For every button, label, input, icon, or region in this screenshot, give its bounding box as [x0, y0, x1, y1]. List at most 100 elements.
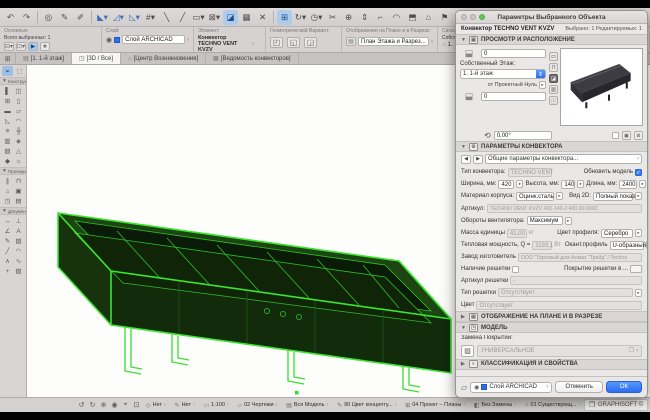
tab-floor-plan[interactable]: ▤ [1. 1-й этаж] — [16, 53, 72, 64]
morph-tool-icon[interactable]: ◈ — [13, 136, 24, 146]
worksheet-tool-icon[interactable]: ▤ — [13, 196, 24, 206]
trim-icon[interactable]: ⌐ — [373, 10, 388, 25]
undo-icon[interactable]: ↶ — [3, 10, 18, 25]
schedule-icon[interactable]: ▦ — [239, 10, 254, 25]
preview-plan-icon[interactable]: ▭ — [549, 52, 558, 61]
figure-tool-icon[interactable]: ▧ — [13, 266, 24, 276]
coating-picker-icon[interactable]: ❐ — [629, 347, 634, 354]
hotspot-tool-icon[interactable]: + — [2, 266, 13, 276]
door-tool-icon[interactable]: ◫ — [13, 86, 24, 96]
quick-graphic-override[interactable]: ◧ Без Замены › — [471, 402, 519, 409]
dimension-tool-icon[interactable]: ↔ — [2, 216, 13, 226]
display-chevron-icon[interactable]: › — [431, 39, 433, 45]
layer-visibility-eye-icon[interactable]: ◉ — [106, 36, 112, 44]
roof-level-icon[interactable]: ⌂ — [421, 10, 436, 25]
quick-model-view-options[interactable]: ⊞ 04 Проект – Планы › — [402, 402, 468, 409]
ok-button[interactable]: ОК — [606, 381, 642, 393]
lock-combo-icon[interactable]: ⊠▾ — [207, 10, 222, 25]
grille-coating-swatch-button[interactable] — [630, 265, 642, 273]
update-model-checkbox[interactable]: ✓ — [635, 169, 642, 176]
default-settings-combo-icon[interactable]: ⊟▾ — [4, 42, 14, 51]
coating-brush-button[interactable]: ▨ — [461, 345, 474, 357]
mesh-tool-icon[interactable]: △ — [13, 146, 24, 156]
fan-popup-button[interactable]: ▸ — [565, 217, 572, 225]
view2d-field[interactable]: Полный показ — [593, 192, 633, 201]
profile-color-popup-button[interactable]: ▸ — [635, 229, 642, 237]
toolbox-projections-caption[interactable]: ▼ Проекции — [0, 167, 26, 175]
object-tool-icon[interactable]: ◆ — [2, 156, 13, 166]
element-chevron-icon[interactable]: › — [252, 41, 254, 47]
close-window-button[interactable] — [461, 14, 467, 20]
length-field[interactable]: 2400 — [619, 180, 637, 189]
material-field[interactable]: Оцинк.сталь — [516, 192, 554, 201]
box-3d-icon[interactable]: ⬒ — [405, 10, 420, 25]
element-name[interactable]: Конвектор TECHNO VENT KVZV — [198, 35, 250, 52]
datum-popup-button[interactable]: ▸ — [539, 81, 546, 89]
params-forward-button[interactable]: ▶ — [473, 155, 483, 164]
zoom-tool-icon[interactable]: ⊕ — [98, 401, 109, 409]
rotate-view-icon[interactable]: ↺ — [76, 401, 87, 409]
3d-document-tool-icon[interactable]: ◳ — [2, 196, 13, 206]
quick-structure-display[interactable]: ▤ Вся Модель › — [283, 402, 331, 409]
layer-chevron-icon[interactable]: › — [187, 37, 189, 43]
tab-schedule[interactable]: ▦ [Ведомость конвекторов] — [206, 53, 298, 64]
width-popup-button[interactable]: ▸ — [516, 180, 523, 188]
level-dimension-tool-icon[interactable]: ⊥ — [13, 216, 24, 226]
section-model[interactable]: ▼ ◳ МОДЕЛЬ — [456, 322, 647, 333]
edge-profile-popup-button[interactable]: ▸ — [646, 241, 647, 249]
elevation-tool-icon[interactable]: ⊓ — [13, 176, 24, 186]
grid-display-icon[interactable]: ⊞ — [277, 10, 292, 25]
layer-selector[interactable]: Слой ARCHICAD — [122, 35, 185, 44]
edge-profile-field[interactable]: U-образный — [610, 241, 644, 250]
section-preview-position[interactable]: ▼ ▣ ПРОСМОТР И РАСПОЛОЖЕНИЕ — [456, 34, 647, 45]
guide-lines-icon[interactable]: ╲ — [159, 10, 174, 25]
orbit-icon[interactable]: ↻ — [87, 401, 98, 409]
grille-checkbox[interactable] — [512, 266, 519, 273]
quick-scale[interactable]: ▭ 1:100 › — [201, 402, 232, 409]
measure-icon[interactable]: ✐ — [73, 10, 88, 25]
preview-option-a-button[interactable]: ▣ — [622, 131, 631, 140]
tab-overview-button[interactable]: ⊞ — [0, 53, 16, 64]
tab-3d-view[interactable]: ◳ [3D / Все] — [72, 53, 121, 64]
length-popup-button[interactable]: ▸ — [639, 180, 646, 188]
curtain-wall-tool-icon[interactable]: ▥ — [2, 136, 13, 146]
width-field[interactable]: 420 — [498, 180, 514, 189]
section-convector-params[interactable]: ▼ ⚙ ПАРАМЕТРЫ КОНВЕКТОРА — [456, 141, 647, 152]
window-tool-icon[interactable]: ⊞ — [2, 96, 13, 106]
params-page-combo[interactable]: Общие параметры конвектора... › — [485, 154, 642, 164]
beam-tool-icon[interactable]: ▬ — [2, 106, 13, 116]
selection-shape-combo-icon[interactable]: ▭▾ — [191, 10, 206, 25]
quick-marker-option-1[interactable]: ◇ Нет › — [143, 402, 169, 409]
geometry-variant-3-icon[interactable]: ◲ — [304, 37, 317, 48]
toolbox-documentation-caption[interactable]: ▼ Документирование — [0, 207, 26, 215]
flag-black-icon[interactable]: ⚑ — [437, 10, 452, 25]
favorites-icon[interactable]: ★ — [40, 42, 50, 51]
coating-chevron-icon[interactable]: › — [636, 348, 638, 354]
story-stepper-icon[interactable]: ⇕ — [536, 70, 545, 78]
history-combo-icon[interactable]: ◷▾ — [309, 10, 324, 25]
look-to-icon[interactable]: ◉ — [109, 401, 120, 409]
fillet-icon[interactable]: ◠ — [389, 10, 404, 25]
text-tool-icon[interactable]: A — [13, 226, 24, 236]
adjust-icon[interactable]: ⇕ — [357, 10, 372, 25]
spline-tool-icon[interactable]: ∿ — [13, 256, 24, 266]
height-field[interactable]: 140 — [561, 180, 575, 189]
slab-tool-icon[interactable]: ▱ — [13, 106, 24, 116]
zone-tool-icon[interactable]: ▨ — [2, 146, 13, 156]
home-story-select[interactable]: 1. 1-й этаж ⇕ — [460, 69, 546, 79]
arc-tool-icon[interactable]: ◠ — [13, 246, 24, 256]
layer-select[interactable]: ◉ Слой ARCHICAD › — [470, 382, 552, 393]
geometry-variant-2-icon[interactable]: ◱ — [287, 37, 300, 48]
profile-color-field[interactable]: Серебро — [601, 229, 633, 238]
line-style-combo-icon[interactable]: ◿▾ — [111, 10, 126, 25]
quick-layer-combination[interactable]: ▱ 02 Чертежи › — [234, 402, 280, 409]
angle-dimension-tool-icon[interactable]: ∠ — [2, 226, 13, 236]
label-tool-icon[interactable]: ✎ — [2, 236, 13, 246]
interior-elevation-tool-icon[interactable]: ⌂ — [2, 186, 13, 196]
arrow-tool-icon[interactable]: ➢ — [2, 66, 13, 76]
geometry-variant-1-icon[interactable]: ◰ — [270, 37, 283, 48]
walk-mode-icon[interactable]: ⌖ — [120, 401, 131, 409]
dialog-title-bar[interactable]: Параметры Выбранного Объекта — [456, 11, 647, 24]
pickup-parameters-icon[interactable]: ◎ — [41, 10, 56, 25]
line-tool-icon[interactable]: ╱ — [2, 246, 13, 256]
